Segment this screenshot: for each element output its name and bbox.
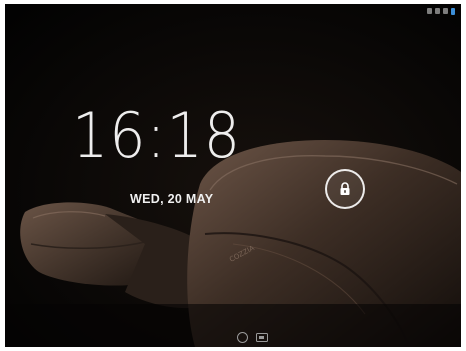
sync-icon	[435, 8, 440, 14]
navigation-bar	[5, 329, 461, 347]
battery-icon	[451, 7, 455, 15]
wallpaper-massage-chair: COZZIA	[5, 4, 461, 347]
lockscreen-clock: 16:18	[72, 99, 241, 172]
home-icon[interactable]	[237, 332, 248, 343]
unlock-button[interactable]	[325, 169, 365, 209]
status-bar	[427, 4, 461, 18]
lock-screen: COZZIA 16:18 WED, 20 MAY	[5, 4, 461, 347]
lock-icon	[340, 182, 350, 195]
lockscreen-date: WED, 20 MAY	[130, 192, 214, 206]
camera-icon[interactable]	[256, 332, 268, 342]
location-icon	[427, 8, 432, 14]
wifi-icon	[443, 8, 448, 14]
